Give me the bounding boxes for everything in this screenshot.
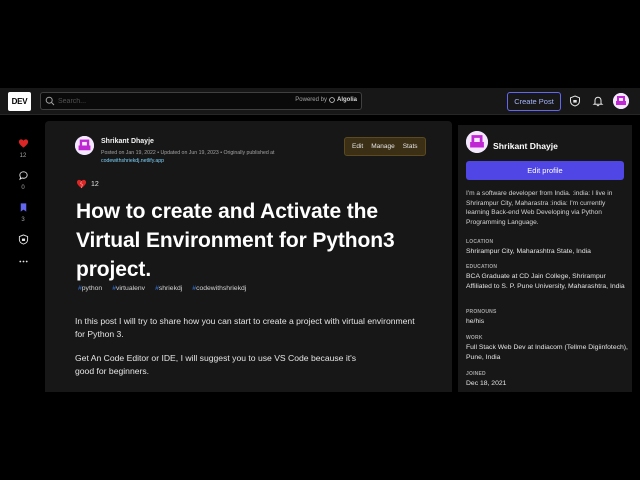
edit-button[interactable]: Edit [348,143,367,150]
stats-button[interactable]: Stats [399,143,422,150]
field-label: Education [466,264,498,270]
search-bar[interactable]: Powered by Algolia [40,92,362,110]
field-value: BCA Graduate at CD Jain College, Shriram… [466,273,625,290]
profile-pronouns: Pronouns he/his [466,309,628,327]
field-label: Pronouns [466,309,497,315]
reaction-count: 3 [21,217,25,223]
reaction-count: 0 [21,185,25,191]
tag-python[interactable]: #python [78,285,102,292]
reaction-bookmark[interactable]: 3 [10,202,36,223]
profile-joined: Joined Dec 18, 2021 [466,371,628,389]
reaction-sidebar: 12 0 3 [10,138,36,278]
avatar-pixel-icon [75,136,94,155]
reaction-heart[interactable]: 12 [10,138,36,159]
profile-bio: I'm a software developer from India. :in… [466,190,613,226]
post-dates: Posted on Jan 19, 2022 • Updated on Jun … [101,150,275,156]
profile-location: Location Shrirampur City, Maharashtra St… [466,239,628,257]
algolia-icon [329,97,335,103]
reaction-moderate[interactable] [10,234,36,245]
article-card: Shrikant Dhayje Posted on Jan 19, 2022 •… [45,121,452,392]
likes-count: 12 [91,180,99,188]
tag-shriekdj[interactable]: #shriekdj [155,285,182,292]
author-actions: Edit Manage Stats [344,137,426,156]
field-value: Full Stack Web Dev at Indiacom (Tellme D… [466,344,628,361]
heart-icon [18,139,28,148]
tag-codewithshriekdj[interactable]: #codewithshriekdj [192,285,246,292]
field-value: he/his [466,318,485,325]
profile-work: Work Full Stack Web Dev at Indiacom (Tel… [466,335,628,362]
reaction-more[interactable] [10,256,36,267]
notification-bell-icon[interactable] [592,95,604,107]
manage-button[interactable]: Manage [367,143,399,150]
field-label: Joined [466,371,486,377]
post-meta: Posted on Jan 19, 2022 • Updated on Jun … [101,149,301,165]
profile-name[interactable]: Shrikant Dhayje [493,141,558,151]
author-profile-card: Shrikant Dhayje Edit profile I'm a softw… [458,121,632,392]
top-navbar: DEV Powered by Algolia Create Post [0,88,640,115]
article-title: How to create and Activate the Virtual E… [76,200,395,281]
search-input[interactable] [58,95,258,107]
profile-avatar[interactable] [466,131,488,153]
tag-list: #python #virtualenv #shriekdj #codewiths… [78,285,246,292]
moderation-shield-icon[interactable] [569,95,581,107]
tag-virtualenv[interactable]: #virtualenv [112,285,145,292]
more-icon [18,260,28,263]
algolia-label: Algolia [336,97,357,103]
avatar-pixel-icon [466,131,488,153]
comment-icon [18,171,28,181]
edit-profile-button[interactable]: Edit profile [466,161,624,180]
reaction-count: 12 [19,153,27,159]
avatar-pixel-icon [613,93,629,109]
heart-icon [76,179,87,189]
search-icon [45,96,55,106]
user-avatar[interactable] [613,93,629,109]
field-label: Location [466,239,494,245]
bookmark-icon [20,203,26,212]
create-post-button[interactable]: Create Post [507,92,561,111]
paragraph: Get An Code Editor or IDE, I will sugges… [75,353,357,376]
reaction-summary[interactable]: 12 [76,179,99,189]
powered-by-label: Powered by [295,97,327,103]
shield-icon [18,234,28,245]
paragraph: In this post I will try to share how you… [75,316,415,339]
profile-education: Education BCA Graduate at CD Jain Colleg… [466,264,628,291]
powered-by-algolia: Powered by Algolia [295,97,357,103]
author-avatar[interactable] [75,136,94,155]
original-link[interactable]: codewithshriekdj.netlify.app [101,158,164,164]
field-value: Dec 18, 2021 [466,380,507,387]
field-label: Work [466,335,483,341]
author-name[interactable]: Shrikant Dhayje [101,138,154,145]
reaction-comment[interactable]: 0 [10,170,36,191]
browser-viewport: DEV Powered by Algolia Create Post 12 0 [0,88,640,392]
field-value: Shrirampur City, Maharashtra State, Indi… [466,248,591,255]
dev-logo[interactable]: DEV [8,92,31,111]
